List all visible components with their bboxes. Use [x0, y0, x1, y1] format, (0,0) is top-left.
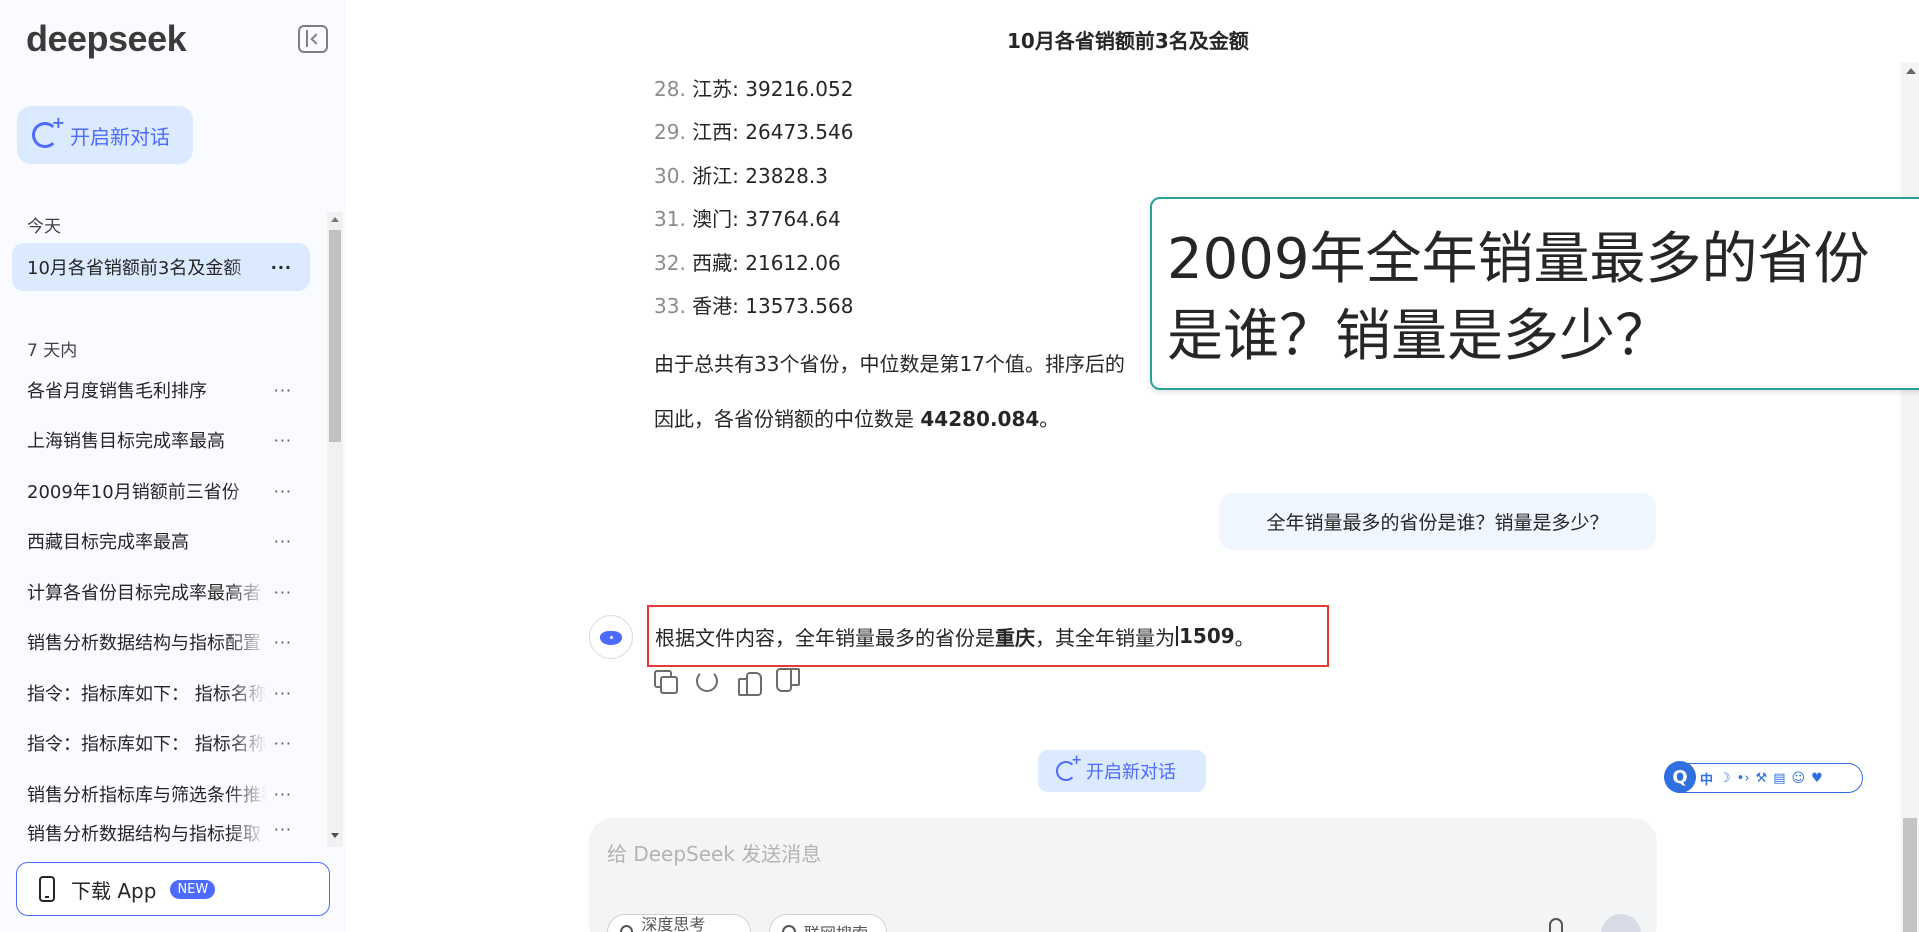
- history-item[interactable]: 指令：指标库如下： 指标名称 ···: [12, 719, 310, 767]
- send-button[interactable]: [1601, 914, 1641, 932]
- collapse-sidebar-icon[interactable]: [298, 25, 328, 53]
- history-item-label: 销售分析数据结构与指标提取: [27, 824, 261, 845]
- more-options-icon[interactable]: ···: [274, 734, 292, 753]
- scroll-up-arrow-icon[interactable]: [331, 217, 339, 222]
- caption-line-2: 是谁？销量是多少？: [1167, 304, 1671, 369]
- message-input-box[interactable]: 给 DeepSeek 发送消息 深度思考 (R1) 联网搜索: [589, 818, 1657, 932]
- median-value: 44280.084: [920, 407, 1040, 431]
- list-item: 32. 西藏: 21612.06: [654, 251, 841, 275]
- user-message-bubble: 全年销量最多的省份是谁？销量是多少？: [1219, 493, 1656, 550]
- thumbs-down-icon[interactable]: [778, 670, 802, 694]
- history-item-label: 10月各省销额前3名及金额: [27, 258, 242, 279]
- section-label-7-days: 7 天内: [27, 341, 78, 361]
- sidebar-scrollbar-thumb[interactable]: [329, 230, 341, 442]
- paperclip-icon[interactable]: [1549, 918, 1563, 932]
- chat-title: 10月各省销额前3名及金额: [1007, 29, 1249, 53]
- new-chat-icon: [32, 113, 65, 148]
- history-item[interactable]: 销售分析指标库与筛选条件推荐 ···: [12, 770, 310, 818]
- deep-think-icon: [620, 925, 634, 932]
- list-item: 29. 江西: 26473.546: [654, 120, 854, 144]
- new-chat-pill-button[interactable]: 开启新对话: [1038, 750, 1206, 792]
- list-item: 31. 澳门: 37764.64: [654, 207, 841, 231]
- new-chat-button[interactable]: 开启新对话: [17, 106, 193, 164]
- wrench-icon[interactable]: ⚒: [1756, 771, 1768, 786]
- download-app-button[interactable]: 下载 App NEW: [16, 862, 330, 916]
- thumbs-up-icon[interactable]: [736, 670, 762, 696]
- sidebar: deepseek 开启新对话 今天 10月各省销额前3名及金额 ··· 7 天内…: [0, 0, 347, 932]
- history-item[interactable]: 指令：指标库如下： 指标名称 ···: [12, 669, 310, 717]
- history-item-active[interactable]: 10月各省销额前3名及金额 ···: [12, 243, 310, 291]
- ime-toolbar[interactable]: Q 中 ☽ •› ⚒ ▤ ☺ ♥: [1664, 761, 1863, 793]
- top-fade: [640, 55, 1840, 75]
- ime-mode-label[interactable]: 中: [1700, 769, 1713, 788]
- scroll-up-arrow-icon[interactable]: [1906, 68, 1916, 74]
- history-item[interactable]: 计算各省份目标完成率最高者 ···: [12, 568, 310, 616]
- copy-icon[interactable]: [654, 670, 678, 694]
- history-item-label: 上海销售目标完成率最高: [27, 431, 225, 452]
- history-item[interactable]: 上海销售目标完成率最高 ···: [12, 416, 310, 464]
- history-item-label: 计算各省份目标完成率最高者: [27, 583, 261, 604]
- globe-icon: [782, 925, 796, 932]
- deepseek-logo[interactable]: deepseek: [26, 18, 187, 60]
- punctuation-icon[interactable]: •›: [1737, 771, 1750, 786]
- history-item-label: 指令：指标库如下： 指标名称: [27, 684, 267, 705]
- history-item-label: 2009年10月销额前三省份: [27, 482, 240, 503]
- history-item[interactable]: 各省月度销售毛利排序 ···: [12, 366, 310, 414]
- whale-icon: [598, 627, 624, 647]
- main-scrollbar-thumb[interactable]: [1903, 818, 1917, 932]
- answer-paragraph: 因此，各省份销额的中位数是 44280.084。: [654, 407, 1060, 431]
- highlighted-answer: 根据文件内容，全年销量最多的省份是 重庆 ，其全年销量为 1509。: [647, 605, 1329, 667]
- download-app-label: 下载 App: [71, 878, 157, 903]
- new-chat-label: 开启新对话: [70, 124, 170, 149]
- section-label-today: 今天: [27, 217, 61, 237]
- more-options-icon[interactable]: ···: [271, 258, 292, 277]
- history-item[interactable]: 销售分析数据结构与指标提取 ···: [12, 820, 310, 846]
- skin-icon[interactable]: ▤: [1773, 771, 1785, 786]
- history-item-label: 销售分析指标库与筛选条件推荐: [27, 785, 267, 806]
- history-item[interactable]: 西藏目标完成率最高 ···: [12, 517, 310, 565]
- text-cursor: [1176, 626, 1178, 646]
- history-item-label: 各省月度销售毛利排序: [27, 381, 207, 402]
- new-badge: NEW: [170, 879, 216, 899]
- regenerate-icon[interactable]: [696, 670, 718, 692]
- ime-logo-icon[interactable]: Q: [1664, 761, 1696, 793]
- deep-think-toggle[interactable]: 深度思考 (R1): [607, 914, 751, 932]
- history-item-label: 销售分析数据结构与指标配置: [27, 633, 261, 654]
- history-item-label: 指令：指标库如下： 指标名称: [27, 734, 267, 755]
- emoji-icon[interactable]: ☺: [1792, 771, 1806, 786]
- scroll-down-arrow-icon[interactable]: [331, 833, 339, 838]
- more-options-icon[interactable]: ···: [274, 381, 292, 400]
- list-item: 28. 江苏: 39216.052: [654, 77, 854, 101]
- moon-icon[interactable]: ☽: [1719, 771, 1731, 786]
- answer-value: 1509: [1179, 624, 1235, 648]
- list-item: 30. 浙江: 23828.3: [654, 164, 828, 188]
- deepseek-avatar: [589, 615, 633, 659]
- more-options-icon[interactable]: ···: [274, 684, 292, 703]
- history-item-label: 西藏目标完成率最高: [27, 532, 189, 553]
- message-input[interactable]: 给 DeepSeek 发送消息: [607, 838, 821, 867]
- web-search-toggle[interactable]: 联网搜索: [769, 914, 887, 932]
- answer-paragraph: 由于总共有33个省份，中位数是第17个值。排序后的: [654, 352, 1125, 376]
- new-chat-icon: [1056, 753, 1082, 781]
- main-scrollbar[interactable]: [1901, 62, 1919, 932]
- more-options-icon[interactable]: ···: [274, 785, 292, 804]
- caption-line-1: 2009年全年销量最多的省份: [1167, 227, 1870, 292]
- more-options-icon[interactable]: ···: [274, 583, 292, 602]
- more-options-icon[interactable]: ···: [274, 482, 292, 501]
- history-item[interactable]: 2009年10月销额前三省份 ···: [12, 467, 310, 515]
- shirt-icon[interactable]: ♥: [1811, 771, 1823, 786]
- new-chat-pill-label: 开启新对话: [1086, 762, 1176, 783]
- more-options-icon[interactable]: ···: [274, 532, 292, 551]
- answer-actions: [654, 670, 802, 696]
- more-options-icon[interactable]: ···: [274, 820, 292, 839]
- more-options-icon[interactable]: ···: [274, 431, 292, 450]
- history-item[interactable]: 销售分析数据结构与指标配置 ···: [12, 618, 310, 666]
- list-item: 33. 香港: 13573.568: [654, 294, 854, 318]
- question-caption-overlay: 2009年全年销量最多的省份 是谁？销量是多少？: [1150, 197, 1919, 390]
- phone-icon: [39, 876, 55, 902]
- answer-province: 重庆: [995, 625, 1035, 650]
- more-options-icon[interactable]: ···: [274, 633, 292, 652]
